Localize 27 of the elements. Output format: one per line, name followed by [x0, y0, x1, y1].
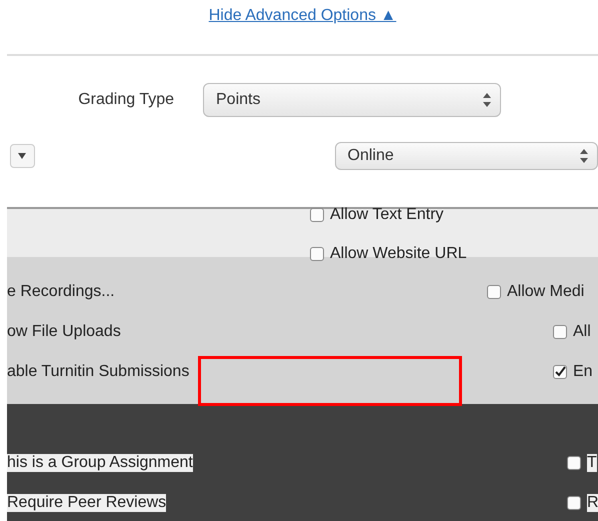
- option-label: able Turnitin Submissions: [7, 363, 190, 381]
- checkbox[interactable]: [553, 325, 567, 339]
- grading-type-label: Grading Type: [77, 91, 174, 109]
- checkbox-option[interactable]: En: [553, 363, 593, 381]
- option-label: ow File Uploads: [7, 323, 121, 341]
- checkbox[interactable]: [553, 365, 567, 379]
- updown-icon: [482, 92, 492, 108]
- checkbox[interactable]: [310, 208, 324, 222]
- checkbox-option[interactable]: Allow Text Entry: [310, 206, 444, 224]
- checkbox-option[interactable]: T: [567, 454, 597, 472]
- checkbox[interactable]: [487, 285, 501, 299]
- hide-options-link[interactable]: Hide Advanced Options ▲: [208, 7, 396, 25]
- checkbox-option[interactable]: R: [567, 494, 598, 512]
- grading-type-select[interactable]: Points: [203, 83, 501, 117]
- updown-icon: [579, 148, 589, 164]
- option-label: his is a Group Assignment: [7, 454, 193, 472]
- option-label: Require Peer Reviews: [7, 494, 166, 512]
- checkbox-option[interactable]: All: [553, 323, 591, 341]
- dropdown-button[interactable]: [10, 144, 35, 168]
- checkbox-option[interactable]: Allow Website URL: [310, 245, 467, 263]
- checkbox[interactable]: [567, 496, 581, 510]
- option-label: e Recordings...: [7, 283, 115, 301]
- submission-type-select[interactable]: Online: [334, 142, 598, 170]
- checkbox[interactable]: [310, 247, 324, 261]
- caret-icon: [18, 153, 26, 159]
- checkbox[interactable]: [567, 456, 581, 470]
- checkbox-option[interactable]: Allow Medi: [487, 283, 584, 301]
